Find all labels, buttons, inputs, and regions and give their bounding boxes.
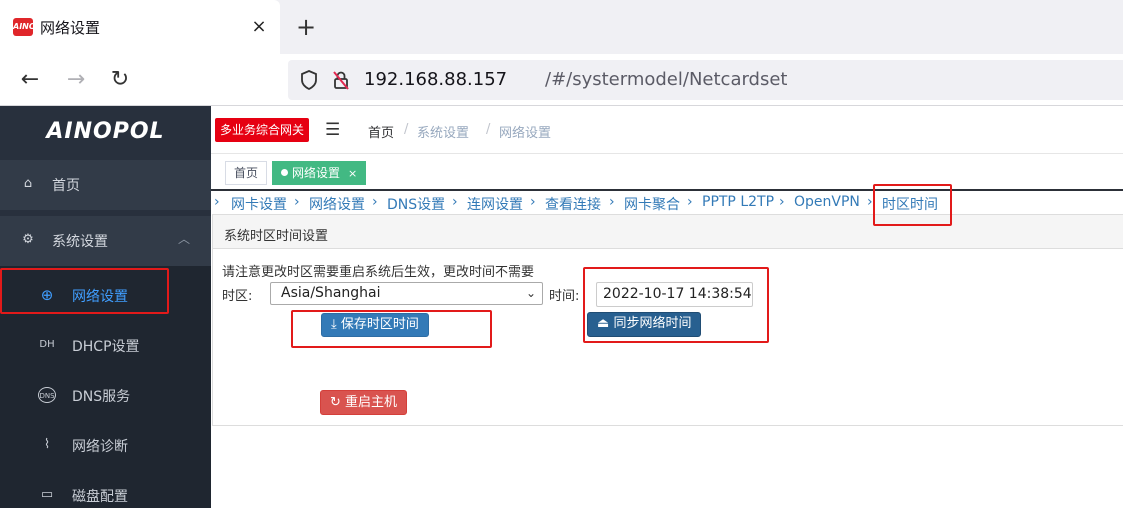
url-host: 192.168.88.157 xyxy=(364,69,508,90)
chevron-right-icon: › xyxy=(687,194,693,210)
subnav-dns[interactable]: DNS设置 xyxy=(387,194,445,214)
browser-tab-strip: AINO 网络设置 × + xyxy=(0,0,1123,54)
breadcrumb-network-settings: 网络设置 xyxy=(499,126,552,141)
annotation-box xyxy=(583,267,769,343)
tag-home[interactable]: 首页 xyxy=(225,161,268,185)
panel-header: 系统时区时间设置 xyxy=(213,215,1123,249)
sidebar-item-dhcp[interactable]: DH DHCP设置 xyxy=(0,320,211,370)
chevron-right-icon: › xyxy=(294,194,300,210)
back-arrow-icon[interactable]: ← xyxy=(16,66,44,94)
subnav-network[interactable]: 网络设置 xyxy=(309,194,365,214)
chevron-right-icon: › xyxy=(867,194,873,210)
subnav-pptp-l2tp[interactable]: PPTP L2TP xyxy=(702,194,774,210)
sidebar-item-diagnostics[interactable]: ⌇ 网络诊断 xyxy=(0,420,211,470)
site-favicon-icon: AINO xyxy=(13,18,36,36)
timezone-selected-value: Asia/Shanghai xyxy=(281,285,381,301)
subnav-connect[interactable]: 连网设置 xyxy=(467,194,523,214)
chevron-right-icon: › xyxy=(609,194,615,210)
sidebar-item-label: 网络诊断 xyxy=(72,439,128,455)
browser-tab[interactable]: AINO 网络设置 × xyxy=(0,0,280,54)
home-icon: ⌂ xyxy=(23,176,33,191)
tab-close-icon[interactable]: × xyxy=(248,14,270,40)
pulse-icon: ⌇ xyxy=(43,437,51,452)
subnav-bonding[interactable]: 网卡聚合 xyxy=(624,194,680,214)
chevron-right-icon: › xyxy=(214,194,220,210)
active-dot-icon xyxy=(281,169,288,176)
sidebar-item-system-settings[interactable]: ⚙ 系统设置 ︿ xyxy=(0,216,211,266)
refresh-icon: ↻ xyxy=(330,395,341,410)
gears-icon: ⚙ xyxy=(22,232,34,247)
new-tab-icon[interactable]: + xyxy=(292,12,320,42)
disk-icon: ▭ xyxy=(40,487,54,502)
menu-toggle-icon[interactable]: ☰ xyxy=(325,120,343,140)
sidebar-item-disk[interactable]: ▭ 磁盘配置 xyxy=(0,470,211,520)
tags-divider xyxy=(211,189,1123,191)
product-badge: 多业务综合网关 xyxy=(215,118,310,142)
tag-close-icon[interactable]: × xyxy=(348,167,357,180)
subnav-openvpn[interactable]: OpenVPN xyxy=(794,194,860,210)
forward-arrow-icon[interactable]: → xyxy=(62,66,90,94)
chevron-right-icon: › xyxy=(530,194,536,210)
sidebar-item-dns[interactable]: DNS DNS服务 xyxy=(0,370,211,420)
dns-icon: DNS xyxy=(38,387,56,403)
dhcp-icon: DH xyxy=(39,339,55,350)
shield-icon[interactable] xyxy=(300,69,318,91)
insecure-lock-icon[interactable] xyxy=(332,69,350,91)
reload-icon[interactable]: ↻ xyxy=(106,66,134,94)
timezone-notice: 请注意更改时区需要重启系统后生效，更改时间不需要 xyxy=(222,265,535,280)
reboot-button[interactable]: ↻ 重启主机 xyxy=(320,390,408,415)
breadcrumb-system-settings: 系统设置 xyxy=(417,126,470,141)
browser-nav-bar: ← → ↻ 192.168.88.157 /#/systermodel/Netc… xyxy=(0,54,1123,106)
brand-logo: AINOPOL xyxy=(0,106,211,156)
tag-label: 网络设置 xyxy=(292,166,341,180)
chevron-right-icon: › xyxy=(452,194,458,210)
chevron-up-icon: ︿ xyxy=(178,232,191,246)
breadcrumb-separator: / xyxy=(404,122,409,137)
chevron-right-icon: › xyxy=(779,194,785,210)
tab-title: 网络设置 xyxy=(40,19,101,37)
tag-network-settings[interactable]: 网络设置 × xyxy=(272,161,367,185)
url-path: /#/systermodel/Netcardset xyxy=(545,69,788,90)
chevron-right-icon: › xyxy=(372,194,378,210)
address-bar[interactable]: 192.168.88.157 /#/systermodel/Netcardset xyxy=(288,60,1123,100)
annotation-box xyxy=(0,268,169,314)
sidebar-item-label: 磁盘配置 xyxy=(72,489,128,505)
sidebar-item-home[interactable]: ⌂ 首页 xyxy=(0,160,211,210)
breadcrumb-home[interactable]: 首页 xyxy=(368,122,394,141)
timezone-select[interactable]: Asia/Shanghai ⌄ xyxy=(270,282,543,305)
subnav-netcard[interactable]: 网卡设置 xyxy=(231,194,287,214)
sidebar-item-label: DNS服务 xyxy=(72,389,131,405)
sidebar-item-label: 首页 xyxy=(52,178,80,194)
chevron-down-icon: ⌄ xyxy=(525,286,536,300)
sidebar-item-label: DHCP设置 xyxy=(72,339,140,355)
subnav: › 网卡设置 › 网络设置 › DNS设置 › 连网设置 › 查看连接 › 网卡… xyxy=(211,192,1123,214)
panel-title: 系统时区时间设置 xyxy=(224,229,329,244)
annotation-box xyxy=(873,184,952,226)
sidebar-item-label: 系统设置 xyxy=(52,234,108,250)
header-divider xyxy=(211,153,1123,154)
reboot-label: 重启主机 xyxy=(345,395,398,410)
timezone-label: 时区: xyxy=(222,289,253,304)
breadcrumb-separator: / xyxy=(486,122,491,137)
subnav-view-connections[interactable]: 查看连接 xyxy=(545,194,601,214)
annotation-box xyxy=(291,310,492,348)
time-label: 时间: xyxy=(549,289,580,304)
